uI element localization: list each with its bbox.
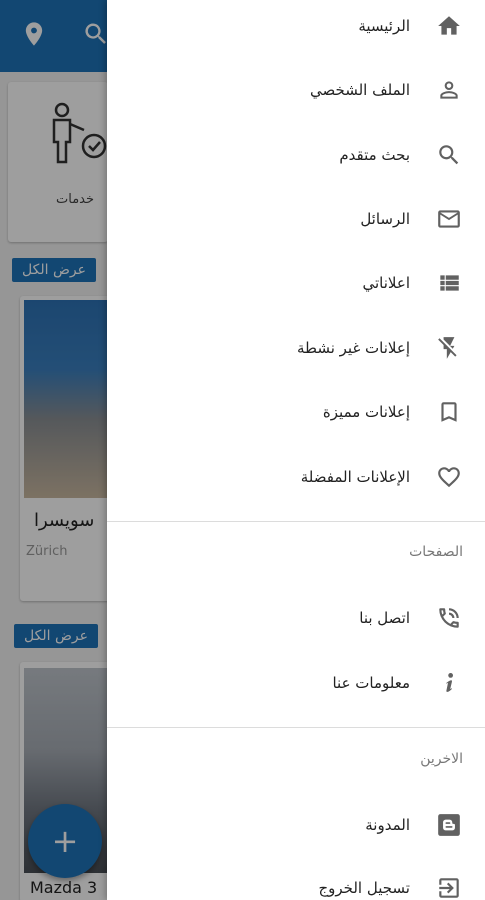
menu-item-label: إعلانات غير نشطة — [296, 339, 410, 357]
menu-item-label: معلومات عنا — [332, 674, 410, 692]
bookmark-icon — [435, 398, 463, 426]
menu-item-messages[interactable]: الرسائل — [107, 191, 485, 247]
menu-item-logout[interactable]: تسجيل الخروج — [107, 860, 485, 900]
menu-item-about-us[interactable]: معلومات عنا — [107, 655, 485, 711]
mail-icon — [435, 205, 463, 233]
home-icon — [435, 12, 463, 40]
menu-item-contact-us[interactable]: اتصل بنا — [107, 590, 485, 646]
navigation-drawer: الرئيسية الملف الشخصي بحث متقدم الرسائل … — [107, 0, 485, 900]
menu-item-label: الملف الشخصي — [310, 81, 410, 99]
menu-item-label: إعلانات مميزة — [322, 403, 410, 421]
menu-item-advanced-search[interactable]: بحث متقدم — [107, 127, 485, 183]
menu-item-inactive-ads[interactable]: إعلانات غير نشطة — [107, 320, 485, 376]
menu-item-home[interactable]: الرئيسية — [107, 0, 485, 54]
menu-item-featured-ads[interactable]: إعلانات مميزة — [107, 384, 485, 440]
menu-item-label: بحث متقدم — [339, 146, 410, 164]
list-icon — [435, 269, 463, 297]
section-title-pages: الصفحات — [409, 544, 463, 560]
menu-item-label: الرسائل — [360, 210, 410, 228]
logout-icon — [435, 874, 463, 900]
menu-item-label: اعلاناتي — [362, 274, 411, 292]
divider — [107, 521, 485, 522]
person-icon — [435, 76, 463, 104]
menu-item-my-ads[interactable]: اعلاناتي — [107, 255, 485, 311]
menu-item-blog[interactable]: المدونة — [107, 797, 485, 853]
menu-item-label: الرئيسية — [358, 17, 410, 35]
menu-item-profile[interactable]: الملف الشخصي — [107, 62, 485, 118]
divider — [107, 727, 485, 728]
menu-item-label: تسجيل الخروج — [318, 879, 410, 897]
flash-off-icon — [435, 334, 463, 362]
phone-ringing-icon — [435, 604, 463, 632]
search-icon — [435, 141, 463, 169]
menu-item-label: المدونة — [365, 816, 410, 834]
menu-item-label: اتصل بنا — [359, 609, 410, 627]
heart-icon — [435, 463, 463, 491]
blogger-icon — [435, 811, 463, 839]
section-title-others: الاخرين — [420, 751, 463, 767]
menu-item-favorite-ads[interactable]: الإعلانات المفضلة — [107, 449, 485, 505]
info-icon — [435, 669, 463, 697]
menu-item-label: الإعلانات المفضلة — [300, 468, 410, 486]
